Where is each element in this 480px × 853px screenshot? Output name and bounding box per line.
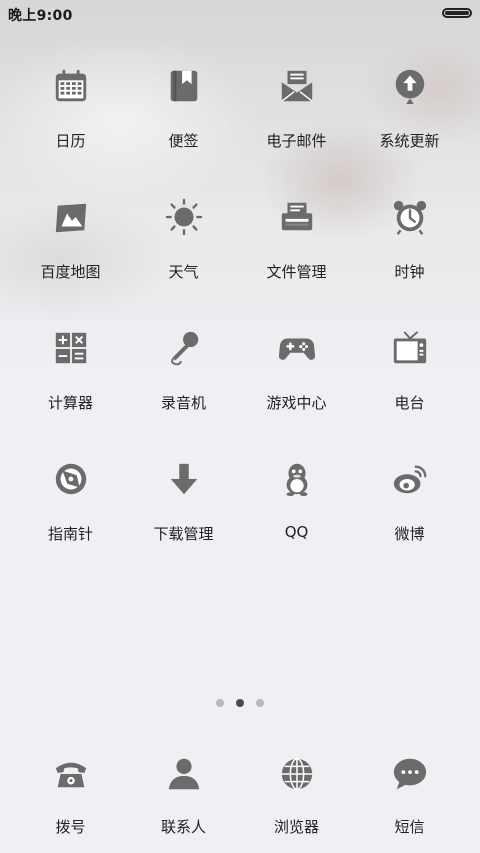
app-dialer[interactable]: 拨号 bbox=[14, 746, 127, 853]
telephone-icon bbox=[51, 754, 91, 794]
app-radio[interactable]: 电台 bbox=[353, 320, 466, 451]
status-bar: 晚上9:00 bbox=[0, 0, 480, 28]
system-update-icon bbox=[390, 66, 430, 106]
app-download-manager[interactable]: 下载管理 bbox=[127, 451, 240, 582]
app-recorder[interactable]: 录音机 bbox=[127, 320, 240, 451]
app-weather[interactable]: 天气 bbox=[127, 189, 240, 320]
qq-penguin-icon bbox=[277, 459, 317, 499]
app-row: 指南针 下载管理 QQ 微博 bbox=[0, 451, 480, 582]
dock: 拨号 联系人 浏览器 短信 bbox=[0, 746, 480, 853]
app-email[interactable]: 电子邮件 bbox=[240, 58, 353, 189]
app-clock[interactable]: 时钟 bbox=[353, 189, 466, 320]
app-label: 短信 bbox=[394, 818, 425, 836]
calendar-icon bbox=[51, 66, 91, 106]
app-label: 日历 bbox=[55, 132, 86, 150]
battery-icon bbox=[442, 8, 472, 18]
app-calendar[interactable]: 日历 bbox=[14, 58, 127, 189]
alarm-clock-icon bbox=[390, 197, 430, 237]
app-label: 浏览器 bbox=[273, 818, 319, 836]
app-label: 便签 bbox=[168, 132, 199, 150]
app-label: 时钟 bbox=[394, 263, 425, 281]
app-calculator[interactable]: 计算器 bbox=[14, 320, 127, 451]
page-dot-active[interactable] bbox=[236, 699, 244, 707]
app-label: 微博 bbox=[394, 525, 425, 543]
page-dot[interactable] bbox=[216, 699, 224, 707]
app-system-update[interactable]: 系统更新 bbox=[353, 58, 466, 189]
gamepad-icon bbox=[277, 328, 317, 368]
app-label: 录音机 bbox=[160, 394, 206, 412]
app-label: 百度地图 bbox=[40, 263, 101, 281]
page-dot[interactable] bbox=[256, 699, 264, 707]
home-screen: 晚上9:00 日历 便签 电子邮件 系统更新 百度地图 天气 文件管理 时钟 计… bbox=[0, 0, 480, 853]
app-label: 电台 bbox=[394, 394, 425, 412]
app-label: 计算器 bbox=[47, 394, 93, 412]
calculator-icon bbox=[51, 328, 91, 368]
app-file-manager[interactable]: 文件管理 bbox=[240, 189, 353, 320]
file-manager-icon bbox=[277, 197, 317, 237]
app-label: 电子邮件 bbox=[266, 132, 327, 150]
compass-icon bbox=[51, 459, 91, 499]
app-label: 指南针 bbox=[47, 525, 93, 543]
notes-icon bbox=[164, 66, 204, 106]
app-weibo[interactable]: 微博 bbox=[353, 451, 466, 582]
app-label: 下载管理 bbox=[153, 525, 214, 543]
dock-row: 拨号 联系人 浏览器 短信 bbox=[0, 746, 480, 853]
email-icon bbox=[277, 66, 317, 106]
globe-icon bbox=[277, 754, 317, 794]
app-browser[interactable]: 浏览器 bbox=[240, 746, 353, 853]
app-label: 系统更新 bbox=[379, 132, 440, 150]
page-indicator[interactable] bbox=[0, 699, 480, 707]
app-messages[interactable]: 短信 bbox=[353, 746, 466, 853]
radio-tv-icon bbox=[390, 328, 430, 368]
app-contacts[interactable]: 联系人 bbox=[127, 746, 240, 853]
app-label: 天气 bbox=[168, 263, 199, 281]
app-label: 文件管理 bbox=[266, 263, 327, 281]
microphone-icon bbox=[164, 328, 204, 368]
app-compass[interactable]: 指南针 bbox=[14, 451, 127, 582]
app-grid: 日历 便签 电子邮件 系统更新 百度地图 天气 文件管理 时钟 计算器 录音机 … bbox=[0, 58, 480, 582]
download-arrow-icon bbox=[164, 459, 204, 499]
app-row: 百度地图 天气 文件管理 时钟 bbox=[0, 189, 480, 320]
app-baidu-map[interactable]: 百度地图 bbox=[14, 189, 127, 320]
app-label: 游戏中心 bbox=[266, 394, 327, 412]
contact-person-icon bbox=[164, 754, 204, 794]
map-icon bbox=[51, 197, 91, 237]
app-label: 联系人 bbox=[160, 818, 206, 836]
weibo-eye-icon bbox=[390, 459, 430, 499]
app-row: 日历 便签 电子邮件 系统更新 bbox=[0, 58, 480, 189]
app-game-center[interactable]: 游戏中心 bbox=[240, 320, 353, 451]
status-time: 晚上9:00 bbox=[8, 8, 73, 24]
app-label: QQ bbox=[284, 523, 309, 541]
sun-icon bbox=[164, 197, 204, 237]
chat-bubble-icon bbox=[390, 754, 430, 794]
app-label: 拨号 bbox=[55, 818, 86, 836]
app-row: 计算器 录音机 游戏中心 电台 bbox=[0, 320, 480, 451]
app-notes[interactable]: 便签 bbox=[127, 58, 240, 189]
app-qq[interactable]: QQ bbox=[240, 451, 353, 582]
